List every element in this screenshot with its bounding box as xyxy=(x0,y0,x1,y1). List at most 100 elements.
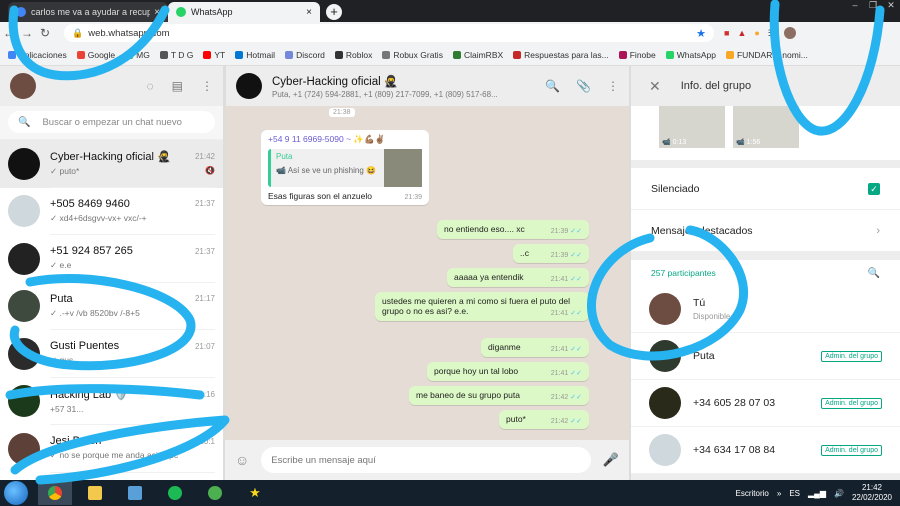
start-button[interactable] xyxy=(4,481,28,505)
minimize-button[interactable]: – xyxy=(846,0,864,14)
star-app-icon[interactable]: ★ xyxy=(238,481,272,505)
chat-item[interactable]: Puta 21:17 ✓ .-+v /vb 8520bv /-8+5 xyxy=(0,283,223,330)
participant-item[interactable]: Tú Disponible xyxy=(631,286,900,333)
status-icon[interactable]: ◌ xyxy=(147,79,154,93)
file-explorer-icon[interactable] xyxy=(78,481,112,505)
message-input[interactable] xyxy=(261,447,591,473)
incoming-message[interactable]: +54 9 11 6969-5090 ~ ✨💪🏽✌🏽 Puta 📹 Así se… xyxy=(261,130,429,205)
extension-icon[interactable]: ▲ xyxy=(737,28,746,38)
tab-recuperar[interactable]: carlos me va a ayudar a recuperar × xyxy=(8,2,168,22)
bookmark-item[interactable]: MG xyxy=(125,50,150,60)
participant-item[interactable]: +34 605 28 07 03 Admin. del grupo xyxy=(631,380,900,427)
chat-list: Cyber-Hacking oficial 🥷 21:42 ✓ puto* 🔇 +5… xyxy=(0,140,223,480)
search-icon: 🔍 xyxy=(18,116,31,128)
menu-icon[interactable]: ⋮ xyxy=(201,79,213,93)
chat-item[interactable]: Jesi Brach 20:1 ✓ no se porque me anda as… xyxy=(0,425,223,473)
message-text: ..c xyxy=(520,248,529,258)
attach-icon[interactable]: 📎 xyxy=(576,79,591,93)
participant-item[interactable]: +34 634 17 08 84 Admin. del grupo xyxy=(631,427,900,474)
bookmark-item[interactable]: Google xyxy=(76,50,115,60)
bookmark-item[interactable]: Hotmail xyxy=(235,50,275,60)
emoji-icon[interactable]: ☺ xyxy=(235,452,249,468)
bookmark-item[interactable]: Respuestas para las... xyxy=(513,50,609,60)
outgoing-message[interactable]: no entiendo eso.... xc 21:39 ✓✓ xyxy=(437,220,589,239)
chat-item[interactable]: Gusti Puentes 21:07 ✓ gus xyxy=(0,330,223,378)
app-icon[interactable] xyxy=(118,481,152,505)
participant-item[interactable]: Puta Admin. del grupo xyxy=(631,333,900,380)
conversation-header[interactable]: Cyber-Hacking oficial 🥷 Puta, +1 (724) 5… xyxy=(225,66,629,106)
read-check-icon: ✓✓ xyxy=(570,310,582,317)
bookmark-star-icon[interactable]: ★ xyxy=(696,27,706,40)
quoted-message[interactable]: Puta 📹 Así se ve un phishing 😆 xyxy=(268,149,422,187)
extension-icon[interactable]: ■ xyxy=(724,28,729,38)
outgoing-message[interactable]: ustedes me quieren a mi como si fuera el… xyxy=(375,292,589,321)
bookmark-item[interactable]: Discord xyxy=(285,50,325,60)
forward-icon[interactable]: → xyxy=(18,26,36,40)
bookmark-item[interactable]: YT xyxy=(203,50,225,60)
desktop-label[interactable]: Escritorio xyxy=(736,489,769,498)
outgoing-message[interactable]: aaaaa ya entendik 21:41 ✓✓ xyxy=(447,268,589,287)
reload-icon[interactable]: ↻ xyxy=(36,26,54,40)
maximize-button[interactable]: ❐ xyxy=(864,0,882,14)
microphone-icon[interactable]: 🎤 xyxy=(603,452,619,468)
back-icon[interactable]: ← xyxy=(0,26,18,40)
muted-checkbox[interactable]: ✓ xyxy=(868,182,880,195)
tab-whatsapp[interactable]: WhatsApp × xyxy=(168,2,320,22)
close-icon[interactable]: ✕ xyxy=(649,78,661,95)
outgoing-message[interactable]: me baneo de su grupo puta 21:42 ✓✓ xyxy=(409,386,589,405)
search-input[interactable]: 🔍 Buscar o empezar un chat nuevo xyxy=(8,111,215,133)
muted-setting[interactable]: Silenciado ✓ xyxy=(631,168,900,210)
chat-item[interactable]: Cyber-Hacking oficial 🥷 21:42 ✓ puto* 🔇 xyxy=(0,140,223,188)
media-thumbnail[interactable]: 📹 1:56 xyxy=(733,106,799,148)
group-avatar[interactable] xyxy=(236,73,262,99)
bookmark-item[interactable]: ClaimRBX xyxy=(452,50,503,60)
chrome-icon[interactable] xyxy=(38,481,72,505)
media-thumbnail[interactable]: 📹 0:13 xyxy=(659,106,725,148)
profile-avatar[interactable] xyxy=(783,27,796,39)
close-tab-icon[interactable]: × xyxy=(306,7,312,18)
close-tab-icon[interactable]: × xyxy=(154,7,160,18)
search-icon[interactable]: 🔍 xyxy=(868,268,880,279)
reading-list-icon[interactable]: ☰ xyxy=(768,28,776,39)
outgoing-message[interactable]: diganme 21:41 ✓✓ xyxy=(481,338,589,357)
chevron-up-icon[interactable]: » xyxy=(777,489,781,498)
network-icon[interactable]: ▂▄▆ xyxy=(808,489,826,498)
new-chat-icon[interactable]: ▤ xyxy=(172,79,183,93)
close-window-button[interactable]: ✕ xyxy=(882,0,900,14)
outgoing-message[interactable]: porque hoy un tal lobo 21:41 ✓✓ xyxy=(427,362,589,381)
outgoing-message[interactable]: ..c 21:39 ✓✓ xyxy=(513,244,589,263)
volume-icon[interactable]: 🔊 xyxy=(834,489,844,498)
bookmark-item[interactable]: Finobe xyxy=(618,50,656,60)
my-avatar[interactable] xyxy=(10,73,36,99)
chat-item[interactable]: +51 924 857 265 21:37 ✓ e.e xyxy=(0,235,223,283)
whatsapp-web: ◌ ▤ ⋮ 🔍 Buscar o empezar un chat nuevo C… xyxy=(0,66,900,480)
muted-icon: 🔇 xyxy=(205,165,215,175)
chat-name: Cyber-Hacking oficial 🥷 xyxy=(50,150,171,163)
bookmark-favicon-icon xyxy=(334,50,343,59)
extension-icon[interactable]: ● xyxy=(754,28,759,38)
bookmark-item[interactable]: Aplicaciones xyxy=(8,50,67,60)
bookmark-item[interactable]: Robux Gratis xyxy=(382,50,443,60)
address-bar[interactable]: 🔒 web.whatsapp.com ★ xyxy=(64,24,714,42)
spotify-icon[interactable] xyxy=(158,481,192,505)
clock[interactable]: 21:42 22/02/2020 xyxy=(852,483,892,503)
bookmark-item[interactable]: FUNDARIA nomi... xyxy=(725,50,808,60)
utorrent-icon[interactable] xyxy=(198,481,232,505)
chat-item[interactable]: +505 8469 9460 21:37 ✓ xd4+6dsgvv-vx+ vxc… xyxy=(0,188,223,235)
bookmark-item[interactable]: Roblox xyxy=(334,50,372,60)
admin-badge: Admin. del grupo xyxy=(821,350,882,362)
bookmark-item[interactable]: T D G xyxy=(159,50,193,60)
language-indicator[interactable]: ES xyxy=(789,489,800,498)
new-tab-button[interactable]: + xyxy=(326,4,342,20)
starred-messages-setting[interactable]: Mensajes destacados › xyxy=(631,210,900,252)
read-check-icon: ✓✓ xyxy=(570,252,582,259)
outgoing-message[interactable]: puto* 21:42 ✓✓ xyxy=(499,410,589,429)
chat-item[interactable]: Hacking Lab 🛡️ 20:16 +57 31... xyxy=(0,378,223,425)
chat-preview: ✓ puto* xyxy=(50,165,80,176)
menu-icon[interactable]: ⋮ xyxy=(607,79,619,93)
google-icon xyxy=(16,7,26,17)
search-icon[interactable]: 🔍 xyxy=(545,79,560,93)
bookmark-favicon-icon xyxy=(125,50,134,59)
bookmark-item[interactable]: WhatsApp xyxy=(665,50,716,60)
avatar xyxy=(8,195,40,228)
